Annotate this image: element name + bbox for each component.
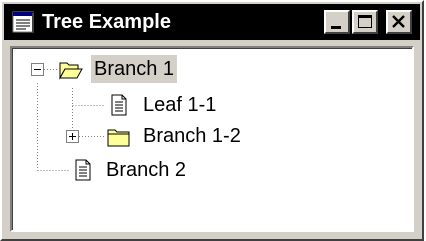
- document-icon: [111, 94, 127, 116]
- close-button[interactable]: [386, 10, 412, 34]
- folder-open-icon: [59, 62, 83, 80]
- tree-node-label[interactable]: Leaf 1-1: [140, 91, 219, 119]
- tree-node-label[interactable]: Branch 1-2: [140, 122, 244, 150]
- tree-node-label[interactable]: Branch 2: [103, 156, 189, 184]
- expand-icon[interactable]: [66, 130, 79, 143]
- maximize-icon: [358, 15, 372, 28]
- title-bar[interactable]: Tree Example: [4, 4, 420, 40]
- tree-example-window: Tree Example Branch 1 Leaf 1-1 Branch 1-…: [0, 0, 424, 241]
- maximize-button[interactable]: [352, 10, 378, 34]
- tree-node-branch-1[interactable]: Branch 1: [12, 55, 232, 85]
- tree-node-branch-2[interactable]: Branch 2: [12, 156, 232, 186]
- tree-node-label[interactable]: Branch 1: [91, 55, 178, 83]
- collapse-icon[interactable]: [31, 63, 44, 76]
- minimize-button[interactable]: [324, 10, 350, 34]
- window-title: Tree Example: [42, 11, 171, 33]
- tree-node-branch-1-2[interactable]: Branch 1-2: [12, 122, 282, 152]
- document-icon: [75, 159, 91, 181]
- minimize-icon: [331, 26, 341, 29]
- tree-view[interactable]: Branch 1 Leaf 1-1 Branch 1-2 Branch 2: [10, 46, 414, 232]
- app-icon: [12, 11, 34, 33]
- close-icon: [392, 15, 405, 28]
- tree-node-leaf-1-1[interactable]: Leaf 1-1: [12, 91, 252, 121]
- folder-closed-icon: [107, 129, 130, 147]
